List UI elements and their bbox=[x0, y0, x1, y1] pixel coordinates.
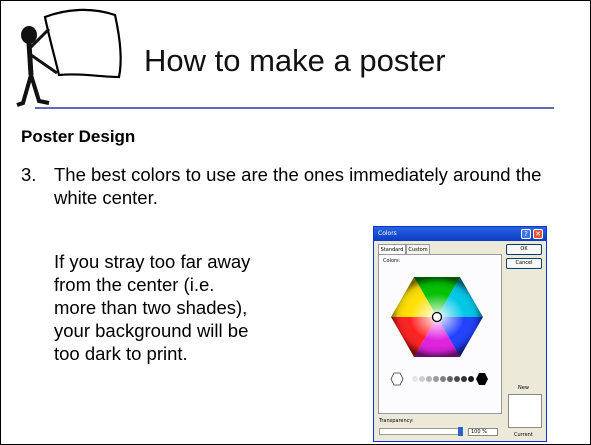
close-icon[interactable]: ✕ bbox=[533, 229, 543, 239]
color-hexagon-picker[interactable] bbox=[391, 277, 483, 357]
help-icon[interactable]: ? bbox=[521, 229, 531, 239]
current-color-label: Current bbox=[514, 432, 533, 438]
stick-figure-holding-sign-icon bbox=[16, 8, 122, 107]
dialog-title: Colors bbox=[378, 230, 397, 237]
section-heading: Poster Design bbox=[21, 127, 136, 146]
transparency-slider[interactable] bbox=[379, 428, 463, 435]
colors-label: Colors: bbox=[383, 258, 401, 264]
slide-title: How to make a poster bbox=[144, 43, 446, 78]
standard-tab-panel: Colors: bbox=[378, 254, 502, 414]
tab-custom[interactable]: Custom bbox=[406, 244, 430, 254]
tab-standard[interactable]: Standard bbox=[378, 244, 406, 254]
grayscale-swatches[interactable] bbox=[387, 370, 497, 388]
point-number: 3. bbox=[21, 164, 37, 185]
cancel-button[interactable]: Cancel bbox=[506, 258, 542, 269]
transparency-value-input[interactable]: 100 % bbox=[468, 428, 498, 436]
body-paragraph: If you stray too far away from the cente… bbox=[54, 251, 251, 364]
colors-dialog: Colors ? ✕ Standard Custom Colors: OK Ca… bbox=[373, 226, 547, 442]
transparency-slider-thumb[interactable] bbox=[458, 427, 463, 436]
transparency-label: Transparency: bbox=[379, 418, 414, 424]
new-color-label: New bbox=[518, 385, 529, 391]
title-underline bbox=[35, 107, 554, 109]
dialog-title-bar: Colors ? ✕ bbox=[374, 227, 546, 241]
slide: How to make a poster Poster Design 3. Th… bbox=[0, 0, 591, 445]
color-preview-swatch bbox=[508, 394, 542, 428]
point-text: The best colors to use are the ones imme… bbox=[54, 164, 542, 208]
ok-button[interactable]: OK bbox=[506, 244, 542, 255]
